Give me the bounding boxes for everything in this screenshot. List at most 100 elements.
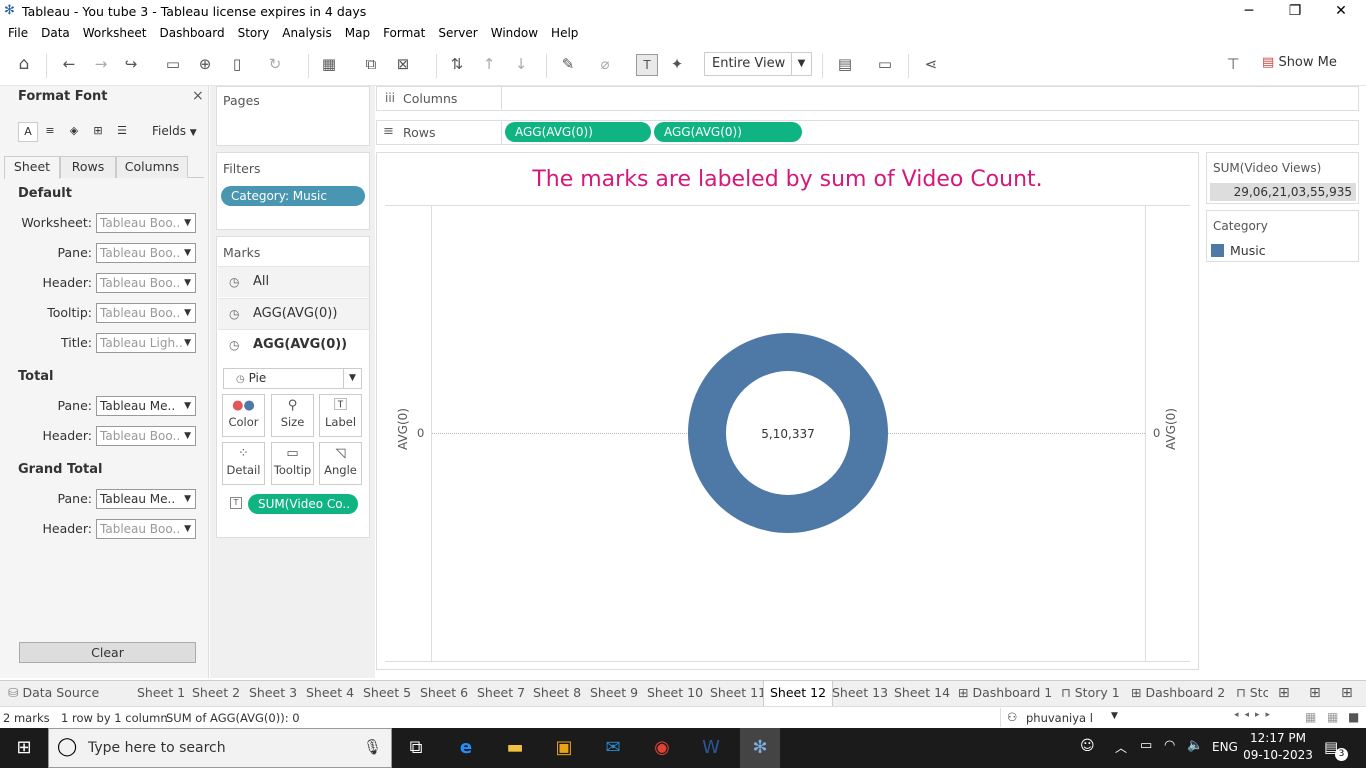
menu-worksheet[interactable]: Worksheet <box>76 24 153 40</box>
store-icon[interactable]: ▣ <box>549 734 579 762</box>
taskbar-search-box[interactable]: ◯ Type here to search 🎙 <box>48 728 392 768</box>
grand-total-header-select[interactable]: Tableau Boo.. ▼ <box>96 519 196 539</box>
marks-row-agg-2[interactable]: ◷ AGG(AVG(0)) <box>218 329 369 360</box>
fix-axes-icon[interactable]: ✦ <box>666 54 688 76</box>
refresh-icon[interactable]: ↻ <box>264 54 286 76</box>
tab-rows[interactable]: Rows <box>60 156 116 178</box>
chrome-icon[interactable]: ◉ <box>647 734 677 762</box>
group-members-icon[interactable]: ⌀ <box>594 54 616 76</box>
tab-sheet-10[interactable]: Sheet 10 <box>647 681 703 706</box>
clock-date[interactable]: 09-10-2023 <box>1242 748 1314 762</box>
sort-descending-icon[interactable]: ↓ <box>510 54 532 76</box>
total-header-select[interactable]: Tableau Boo.. ▼ <box>96 426 196 446</box>
microphone-icon[interactable]: 🎙 <box>363 738 382 756</box>
marks-label-pill[interactable]: SUM(Video Co.. <box>248 494 358 514</box>
font-format-icon[interactable]: A <box>18 122 38 142</box>
header-font-select[interactable]: Tableau Boo.. ▼ <box>96 273 196 293</box>
undo-icon[interactable]: ← <box>58 54 80 76</box>
maximize-button[interactable]: ❐ <box>1272 0 1318 24</box>
tab-sheet-2[interactable]: Sheet 2 <box>192 681 240 706</box>
worksheet-font-select[interactable]: Tableau Boo.. ▼ <box>96 213 196 233</box>
file-explorer-icon[interactable]: ▬ <box>500 734 530 762</box>
marks-row-all[interactable]: ◷ All <box>218 266 369 297</box>
close-button[interactable]: ✕ <box>1318 0 1364 24</box>
tooltip-font-select[interactable]: Tableau Boo.. ▼ <box>96 303 196 323</box>
show-cards-icon[interactable]: ▤ <box>834 54 856 76</box>
rows-pill-1[interactable]: AGG(AVG(0)) <box>505 122 651 142</box>
show-hidden-icons[interactable]: ︿ <box>1115 739 1127 756</box>
menu-server[interactable]: Server <box>431 24 483 40</box>
angle-button[interactable]: ◹ Angle <box>319 442 362 485</box>
pane-font-select[interactable]: Tableau Boo.. ▼ <box>96 243 196 263</box>
menu-help[interactable]: Help <box>544 24 584 40</box>
tab-dashboard-1[interactable]: ⊞ Dashboard 1 <box>958 681 1052 706</box>
donut-chart[interactable]: 5,10,337 <box>687 332 889 534</box>
close-icon[interactable]: × <box>192 88 204 104</box>
menu-file[interactable]: File <box>0 24 34 40</box>
alignment-icon[interactable]: ≡ <box>40 122 60 142</box>
tab-story-1[interactable]: ⊓ Story 1 <box>1061 681 1120 706</box>
marks-row-agg-1[interactable]: ◷ AGG(AVG(0)) <box>218 298 369 329</box>
rows-pill-2[interactable]: AGG(AVG(0)) <box>654 122 802 142</box>
minimize-button[interactable]: ─ <box>1226 0 1272 24</box>
total-pane-select[interactable]: Tableau Me.. ▼ <box>96 396 196 416</box>
new-data-source-icon[interactable]: ⊕ <box>194 54 216 76</box>
show-tabs-icon[interactable]: ■ <box>1348 710 1359 724</box>
label-button[interactable]: 🅃 Label <box>319 394 362 437</box>
replay-icon[interactable]: ↪ <box>120 54 142 76</box>
tab-sheet-4[interactable]: Sheet 4 <box>306 681 354 706</box>
legend-item-music[interactable]: Music <box>1230 243 1266 258</box>
pause-updates-icon[interactable]: ▯ <box>226 54 248 76</box>
show-filmstrip-icon[interactable]: ▦ <box>1305 710 1316 724</box>
tab-sheet-6[interactable]: Sheet 6 <box>420 681 468 706</box>
tab-columns[interactable]: Columns <box>116 156 188 178</box>
task-view-icon[interactable]: ⧉ <box>401 734 431 762</box>
new-worksheet-tab-icon[interactable]: ⊞ <box>1278 681 1290 706</box>
menu-analysis[interactable]: Analysis <box>275 24 337 40</box>
grand-total-pane-select[interactable]: Tableau Me.. ▼ <box>96 489 196 509</box>
shading-icon[interactable]: ◈ <box>64 122 84 142</box>
menu-window[interactable]: Window <box>484 24 544 40</box>
menu-map[interactable]: Map <box>338 24 376 40</box>
clear-button[interactable]: Clear <box>19 642 196 663</box>
duplicate-sheet-icon[interactable]: ⧉ <box>360 54 382 76</box>
swap-rows-columns-icon[interactable]: ⇅ <box>446 54 468 76</box>
show-me-button[interactable]: ▤ Show Me <box>1262 55 1337 70</box>
detail-button[interactable]: ⁘ Detail <box>222 442 265 485</box>
windows-start-icon[interactable]: ⊞ <box>9 734 39 762</box>
tab-dashboard-2[interactable]: ⊞ Dashboard 2 <box>1131 681 1225 706</box>
language-indicator[interactable]: ENG <box>1212 740 1238 754</box>
tab-sheet-12[interactable]: Sheet 12 <box>763 681 834 706</box>
fields-dropdown[interactable]: Fields ▼ <box>152 124 197 138</box>
tab-sheet-14[interactable]: Sheet 14 <box>894 681 950 706</box>
show-mark-labels-icon[interactable]: T <box>636 54 658 76</box>
mail-icon[interactable]: ✉ <box>598 734 628 762</box>
sheet-nav-arrows-icon[interactable]: ◂◂▸▸ <box>1234 710 1276 720</box>
tab-sheet-9[interactable]: Sheet 9 <box>590 681 638 706</box>
menu-dashboard[interactable]: Dashboard <box>152 24 230 40</box>
tab-sheet-13[interactable]: Sheet 13 <box>832 681 888 706</box>
highlight-icon[interactable]: ✎ <box>557 54 579 76</box>
new-worksheet-icon[interactable]: ▦ <box>318 54 340 76</box>
edge-icon[interactable]: e <box>451 734 481 762</box>
tab-sheet-1[interactable]: Sheet 1 <box>137 681 185 706</box>
show-sheet-sorter-icon[interactable]: ▦ <box>1327 710 1338 724</box>
new-story-tab-icon[interactable]: ⊞ <box>1341 681 1353 706</box>
new-dashboard-tab-icon[interactable]: ⊞ <box>1309 681 1321 706</box>
mark-type-dropdown[interactable]: ◷ Pie ▼ <box>223 368 362 389</box>
title-font-select[interactable]: Tableau Ligh.. ▼ <box>96 333 196 353</box>
tab-sheet-3[interactable]: Sheet 3 <box>249 681 297 706</box>
menu-format[interactable]: Format <box>376 24 431 40</box>
home-icon[interactable]: ⌂ <box>13 54 35 76</box>
user-menu[interactable]: ⚇ phuvaniya l ▼ <box>1000 708 1125 727</box>
presentation-mode-icon[interactable]: ▭ <box>874 54 896 76</box>
wifi-icon[interactable]: ◠ <box>1164 738 1175 753</box>
tab-data-source[interactable]: ⛁ Data Source <box>8 681 99 706</box>
word-icon[interactable]: W <box>696 734 726 762</box>
clear-sheet-icon[interactable]: ⊠ <box>392 54 414 76</box>
tooltip-button[interactable]: ▭ Tooltip <box>271 442 314 485</box>
clock-time[interactable]: 12:17 PM <box>1242 731 1314 745</box>
color-button[interactable]: ●● Color <box>222 394 265 437</box>
size-button[interactable]: ⚲ Size <box>271 394 314 437</box>
tableau-taskbar-icon[interactable]: ✻ <box>740 728 780 768</box>
